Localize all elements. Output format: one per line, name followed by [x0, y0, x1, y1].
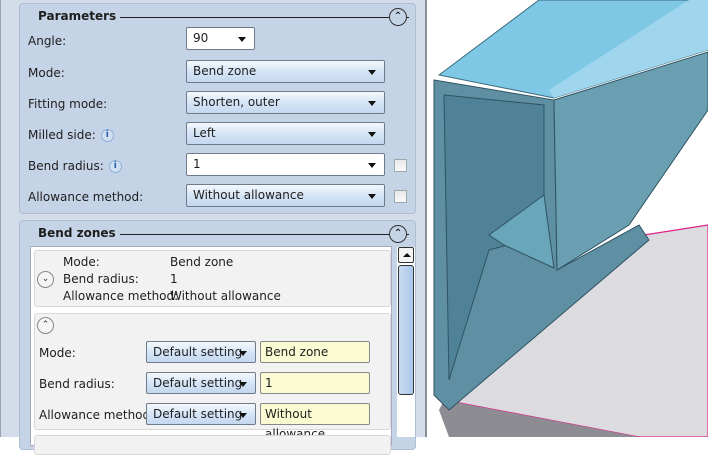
- mode-setting-value: Default setting: [153, 345, 243, 359]
- list-item: ⌄ Mode: Bend zone Bend radius: 1 Allowan…: [34, 250, 391, 307]
- bend-zones-list: ⌄ Mode: Bend zone Bend radius: 1 Allowan…: [30, 246, 392, 455]
- summary-radius-label: Bend radius:: [63, 272, 139, 286]
- collapse-icon[interactable]: ⌃: [37, 317, 54, 334]
- summary-allowance-value: Without allowance: [170, 289, 281, 303]
- chevron-down-icon: [368, 194, 376, 199]
- allowance-setting-dropdown[interactable]: Default setting: [146, 403, 256, 425]
- summary-mode-value: Bend zone: [170, 255, 234, 269]
- bend-radius-text: Bend radius:: [28, 159, 104, 173]
- radius-value-field[interactable]: 1: [260, 372, 370, 394]
- chevron-down-icon: [239, 351, 247, 356]
- detail-radius-label: Bend radius:: [39, 377, 115, 391]
- angle-value: 90: [193, 31, 209, 45]
- list-item: [34, 435, 391, 455]
- allowance-setting-value: Default setting: [153, 407, 243, 421]
- fitting-mode-label: Fitting mode:: [28, 97, 108, 111]
- info-icon[interactable]: i: [108, 160, 122, 173]
- allowance-method-value: Without allowance: [193, 188, 304, 202]
- chevron-down-icon: [239, 382, 247, 387]
- summary-allowance-label: Allowance method:: [63, 289, 179, 303]
- mode-value: Bend zone: [193, 64, 257, 78]
- bend-radius-checkbox[interactable]: [394, 159, 407, 172]
- chevron-down-icon: [368, 70, 376, 75]
- allowance-method-dropdown[interactable]: Without allowance: [186, 184, 385, 207]
- parameters-group: Parameters ⌃ Angle: 90 Mode: Bend zone F…: [19, 3, 416, 214]
- collapse-bend-zones-button[interactable]: ⌃: [389, 225, 407, 243]
- chevron-down-icon: [368, 163, 376, 168]
- allowance-method-checkbox[interactable]: [394, 190, 407, 203]
- expand-icon[interactable]: ⌄: [37, 271, 54, 288]
- angle-dropdown[interactable]: 90: [186, 27, 255, 50]
- summary-radius-value: 1: [170, 272, 178, 286]
- chevron-down-icon: [238, 37, 246, 42]
- mode-dropdown[interactable]: Bend zone: [186, 60, 385, 83]
- milled-side-value: Left: [193, 126, 216, 140]
- chevron-down-icon: [368, 101, 376, 106]
- fitting-mode-dropdown[interactable]: Shorten, outer: [186, 91, 385, 114]
- milled-side-dropdown[interactable]: Left: [186, 122, 385, 145]
- chevron-down-icon: [239, 413, 247, 418]
- collapse-parameters-button[interactable]: ⌃: [389, 8, 407, 26]
- parameters-title: Parameters: [26, 9, 121, 23]
- summary-mode-label: Mode:: [63, 255, 100, 269]
- detail-allowance-label: Allowance method:: [39, 408, 155, 422]
- milled-side-label: Milled side: i: [28, 128, 114, 142]
- bend-radius-value: 1: [193, 157, 201, 171]
- scrollbar[interactable]: [397, 247, 415, 437]
- mode-value-field[interactable]: Bend zone: [260, 341, 370, 363]
- allowance-value-field[interactable]: Without allowance: [260, 403, 370, 441]
- bend-radius-combo[interactable]: 1: [186, 153, 385, 176]
- detail-mode-label: Mode:: [39, 346, 76, 360]
- 3d-viewport[interactable]: [429, 0, 708, 437]
- bend-zones-title: Bend zones: [26, 226, 120, 240]
- mode-label: Mode:: [28, 66, 65, 80]
- bend-radius-label: Bend radius: i: [28, 159, 122, 173]
- radius-setting-value: Default setting: [153, 376, 243, 390]
- list-item-expanded: ⌃ Mode: Default setting Bend zone Bend r…: [34, 313, 391, 441]
- allowance-method-label: Allowance method:: [28, 190, 144, 204]
- info-icon[interactable]: i: [100, 129, 114, 142]
- scroll-thumb[interactable]: [398, 265, 414, 395]
- bend-zones-group: Bend zones ⌃ ⌄ Mode: Bend zone Bend radi…: [19, 220, 416, 455]
- properties-panel: Parameters ⌃ Angle: 90 Mode: Bend zone F…: [0, 0, 427, 455]
- angle-label: Angle:: [28, 34, 67, 48]
- radius-setting-dropdown[interactable]: Default setting: [146, 372, 256, 394]
- fitting-mode-value: Shorten, outer: [193, 95, 280, 109]
- mode-setting-dropdown[interactable]: Default setting: [146, 341, 256, 363]
- chevron-down-icon: [368, 132, 376, 137]
- scroll-up-button[interactable]: [398, 247, 414, 263]
- milled-side-text: Milled side:: [28, 128, 96, 142]
